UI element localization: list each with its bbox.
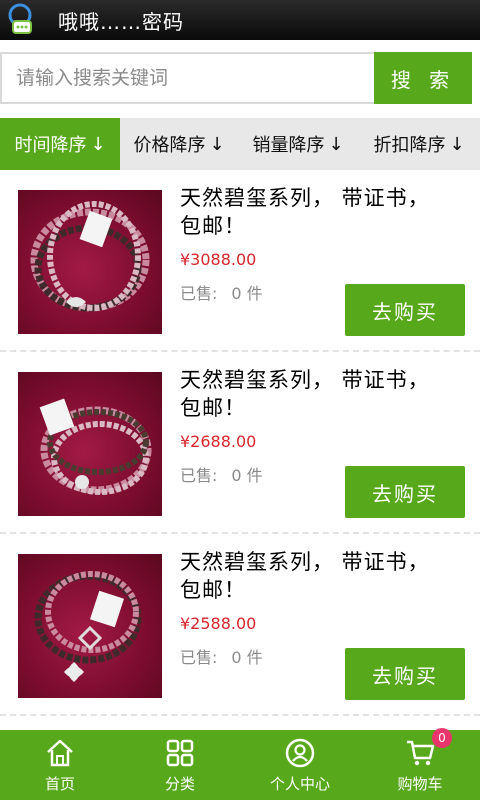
product-item[interactable]: 天然碧玺系列， 带证书，包邮！ ¥2688.00 已售: 0 件 去购买 xyxy=(0,352,480,534)
sold-value: 0 件 xyxy=(231,466,263,485)
nav-label: 个人中心 xyxy=(269,774,330,793)
buy-button[interactable]: 去购买 xyxy=(345,284,465,336)
user-center-icon xyxy=(284,737,316,769)
nav-item-user-center[interactable]: 个人中心 xyxy=(240,730,360,800)
sort-bar: 时间降序 ↓ 价格降序 ↓ 销量降序 ↓ 折扣降序 ↓ xyxy=(0,118,480,170)
sort-tab-discount[interactable]: 折扣降序 ↓ xyxy=(358,118,480,170)
app-title: 哦哦……密码 xyxy=(58,9,184,34)
sort-tab-label: 销量降序 xyxy=(252,135,325,156)
nav-item-cart[interactable]: 0 购物车 xyxy=(360,728,480,800)
product-price: ¥2688.00 xyxy=(180,432,257,451)
sold-count: 已售: 0 件 xyxy=(180,462,263,486)
sort-arrow-icon: ↓ xyxy=(328,133,344,155)
chat-bubble-icon xyxy=(0,0,40,40)
product-name: 天然碧玺系列， 带证书，包邮！ xyxy=(180,186,430,238)
cart-badge: 0 xyxy=(432,728,452,748)
title-bar: 哦哦……密码 xyxy=(0,0,480,40)
sort-tab-sales[interactable]: 销量降序 ↓ xyxy=(238,118,358,170)
home-icon xyxy=(44,737,76,769)
sort-tab-label: 时间降序 xyxy=(14,135,87,156)
product-image[interactable] xyxy=(18,190,162,334)
sort-tab-price[interactable]: 价格降序 ↓ xyxy=(120,118,238,170)
sold-label: 已售: xyxy=(180,284,218,303)
search-bar: 搜 索 xyxy=(0,52,480,104)
grid-icon xyxy=(164,737,196,769)
sort-arrow-icon: ↓ xyxy=(90,133,106,155)
nav-label: 购物车 xyxy=(397,774,443,793)
product-item[interactable]: 天然碧玺系列， 带证书，包邮！ ¥3088.00 已售: 0 件 去购买 xyxy=(0,170,480,352)
product-image[interactable] xyxy=(18,372,162,516)
product-list: 天然碧玺系列， 带证书，包邮！ ¥3088.00 已售: 0 件 去购买 天然碧玺… xyxy=(0,170,480,716)
sold-value: 0 件 xyxy=(231,284,263,303)
search-button[interactable]: 搜 索 xyxy=(374,52,472,104)
buy-button[interactable]: 去购买 xyxy=(345,466,465,518)
sort-tab-time[interactable]: 时间降序 ↓ xyxy=(0,118,120,170)
nav-label: 分类 xyxy=(164,774,195,793)
product-image[interactable] xyxy=(18,554,162,698)
sold-label: 已售: xyxy=(180,648,218,667)
product-name: 天然碧玺系列， 带证书，包邮！ xyxy=(180,550,430,602)
sold-label: 已售: xyxy=(180,466,218,485)
product-item[interactable]: 天然碧玺系列， 带证书，包邮！ ¥2588.00 已售: 0 件 去购买 xyxy=(0,534,480,716)
product-price: ¥2588.00 xyxy=(180,614,257,633)
product-price: ¥3088.00 xyxy=(180,250,257,269)
buy-button[interactable]: 去购买 xyxy=(345,648,465,700)
sort-tab-label: 价格降序 xyxy=(133,135,206,156)
nav-item-home[interactable]: 首页 xyxy=(0,730,120,800)
nav-label: 首页 xyxy=(44,774,75,793)
product-name: 天然碧玺系列， 带证书，包邮！ xyxy=(180,368,430,420)
sold-count: 已售: 0 件 xyxy=(180,280,263,304)
bottom-nav: 首页 分类 个人中心 0 购物车 xyxy=(0,728,480,800)
sort-tab-label: 折扣降序 xyxy=(373,135,446,156)
search-input[interactable] xyxy=(0,52,374,104)
nav-item-category[interactable]: 分类 xyxy=(120,730,240,800)
sort-arrow-icon: ↓ xyxy=(449,133,465,155)
sold-value: 0 件 xyxy=(231,648,263,667)
sold-count: 已售: 0 件 xyxy=(180,644,263,668)
sort-arrow-icon: ↓ xyxy=(209,133,225,155)
cart-icon xyxy=(404,737,436,769)
